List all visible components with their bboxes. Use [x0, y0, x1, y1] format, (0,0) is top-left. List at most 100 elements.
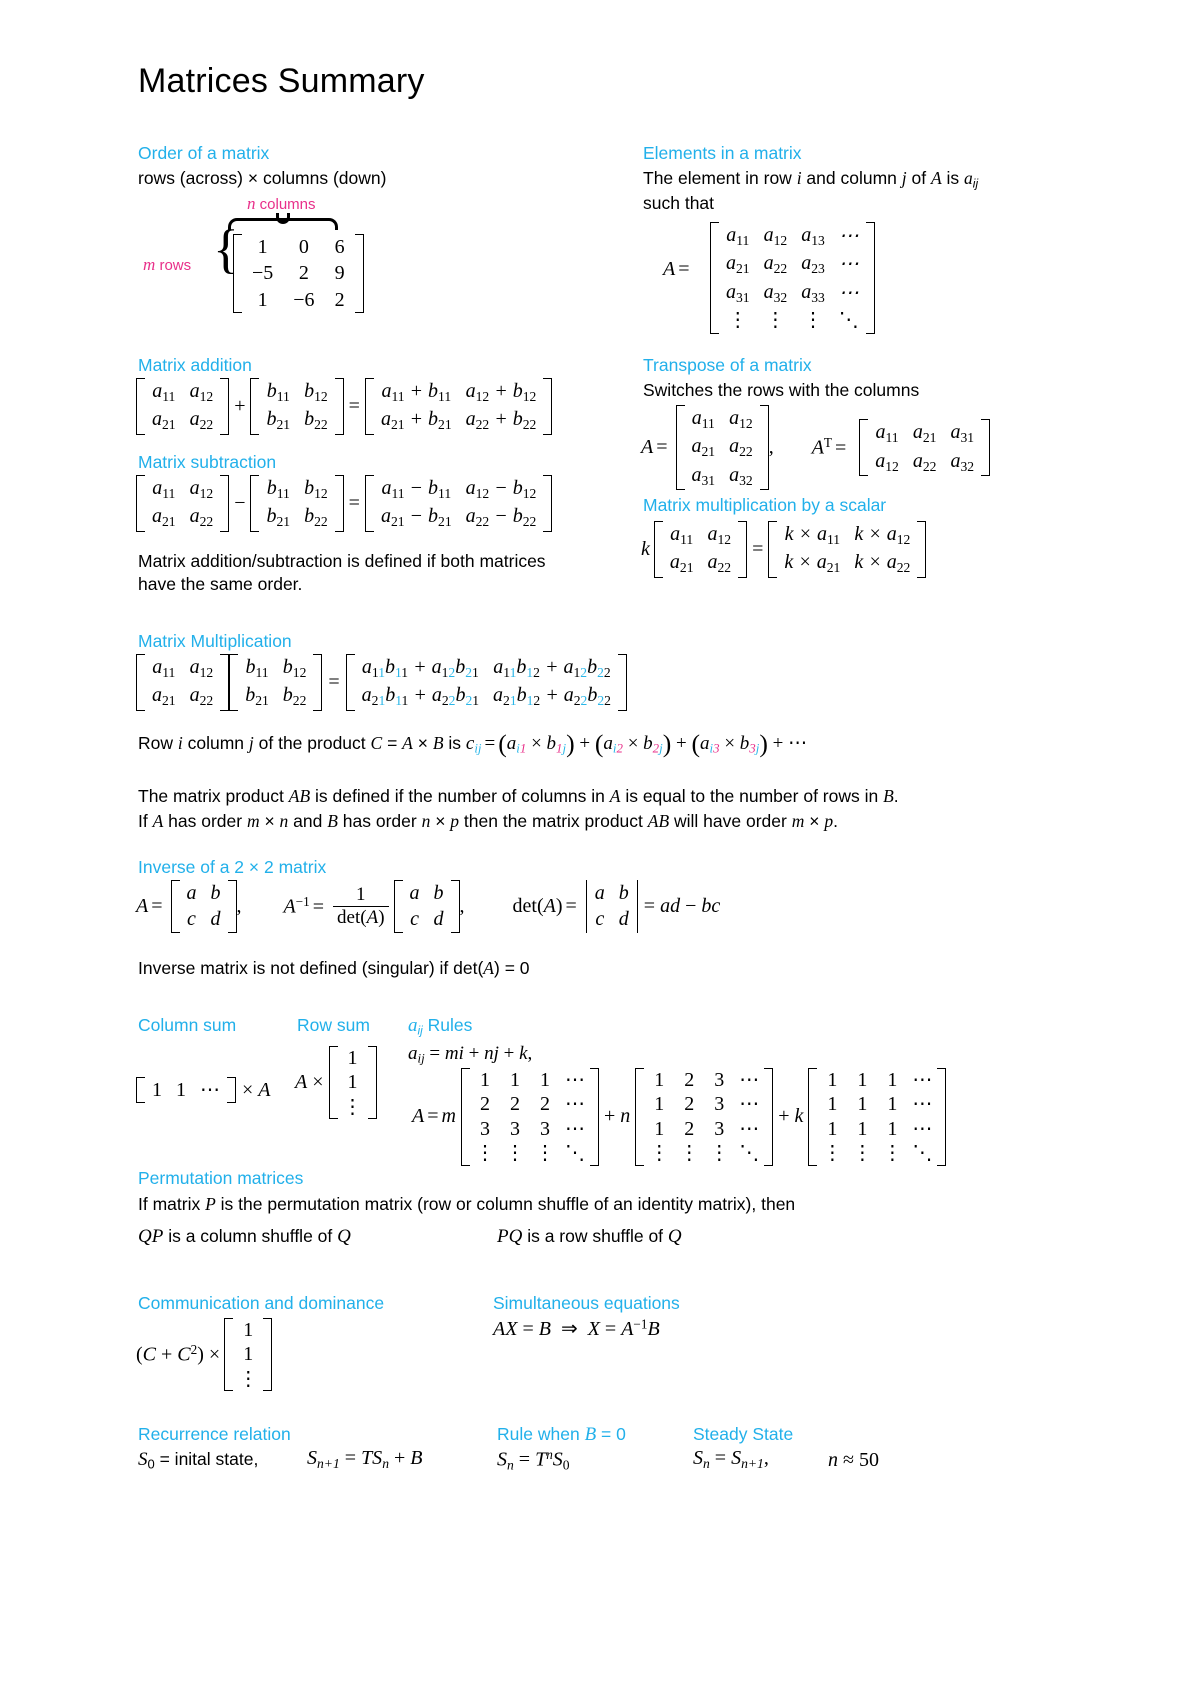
- section-row-sum: Row sum: [297, 1015, 370, 1035]
- section-matrix-multiplication: Matrix Multiplication: [138, 631, 292, 651]
- inverse-equation: A = ab cd , A−1 = 1 det(A) ab cd , det(A) =: [136, 880, 720, 933]
- table-row: a31 a32: [691, 463, 753, 488]
- row-sum-formula: A × 1 1 ⋮: [295, 1046, 377, 1120]
- page-title: Matrices Summary: [138, 62, 425, 100]
- table-row: cd: [410, 908, 444, 931]
- table-row: 3 3 3 ⋯: [479, 1117, 585, 1140]
- label-m-rows: m rows: [143, 255, 192, 274]
- rule-b-zero-formula: Sn = TnS0: [497, 1447, 570, 1473]
- table-row: b21 b22: [266, 505, 328, 530]
- steady-state-approx: n ≈ 50: [828, 1449, 879, 1471]
- table-row: a11 a12: [691, 407, 753, 431]
- heading-order-of-a-matrix: Order of a matrix: [138, 143, 270, 163]
- section-recurrence: Recurrence relation: [138, 1424, 291, 1444]
- order-body-text: rows (across) × columns (down): [138, 168, 387, 189]
- table-row: ab: [186, 882, 221, 904]
- table-row: 2 2 2 ⋯: [479, 1093, 585, 1116]
- table-row: 1: [243, 1343, 254, 1366]
- permutation-column-shuffle: QP is a column shuffle of Q: [138, 1226, 351, 1247]
- table-row: ⋮ ⋮ ⋮ ⋱: [727, 309, 859, 332]
- heading-matrix-subtraction: Matrix subtraction: [138, 452, 277, 472]
- section-inverse: Inverse of a 2 × 2 matrix: [138, 857, 326, 877]
- inverse-fraction: 1 det(A): [333, 884, 389, 929]
- table-row: a21 a22: [669, 551, 732, 576]
- heading-communication: Communication and dominance: [138, 1293, 385, 1313]
- heading-elements-in-a-matrix: Elements in a matrix: [643, 143, 802, 163]
- table-row: 1 2 3 ⋯: [654, 1117, 760, 1140]
- table-row: a31 a32 a33 ⋯: [726, 280, 859, 305]
- section-transpose: Transpose of a matrix Switches the rows …: [643, 355, 919, 402]
- table-row: a11b11 + a12b21 a11b12 + a12b22: [361, 656, 611, 680]
- aij-rule-formula: aij = mi + nj + k,: [408, 1043, 533, 1066]
- table-row: a11 a12: [152, 380, 214, 404]
- section-matrix-subtraction: Matrix subtraction: [138, 452, 276, 472]
- section-steady-state: Steady State: [693, 1424, 793, 1444]
- permutation-body: If matrix P is the permutation matrix (r…: [138, 1194, 796, 1214]
- table-row: 1 1 1 ⋯: [827, 1069, 933, 1091]
- table-row: k × a21 k × a22: [784, 551, 911, 576]
- table-row: ⋮: [342, 1095, 363, 1118]
- heading-simultaneous: Simultaneous equations: [493, 1293, 680, 1313]
- transpose-body-text: Switches the rows with the columns: [643, 380, 920, 401]
- table-row: a11 a21 a31: [875, 421, 975, 445]
- table-row: 1 1 1 ⋯: [479, 1069, 585, 1091]
- elements-general-matrix: a11 a12 a13 ⋯ a21 a22 a23 ⋯ a31 a32 a33 …: [710, 222, 875, 334]
- matrix-subtraction-equation: a11 a12 a21 a22 − b11 b12 b21 b22 = a11 − b1…: [136, 475, 553, 532]
- table-row: ab: [594, 882, 629, 904]
- table-row: a21 + b21 a22 + b22: [380, 408, 537, 433]
- heading-recurrence: Recurrence relation: [138, 1424, 291, 1444]
- table-row: 1: [347, 1071, 358, 1094]
- transpose-equation: A = a11 a12 a21 a22 a31 a32 , AT = a11 a21 a3…: [641, 405, 991, 491]
- recurrence-formula: Sn+1 = TSn + B: [307, 1447, 423, 1471]
- table-row: ⋮: [238, 1367, 259, 1390]
- heading-rule-b-zero: Rule when B = 0: [497, 1424, 626, 1445]
- heading-steady-state: Steady State: [693, 1424, 794, 1444]
- section-order-of-a-matrix: Order of a matrix rows (across) × column…: [138, 143, 386, 190]
- table-row: ab: [409, 882, 444, 904]
- scalar-multiplication-equation: k a11 a12 a21 a22 = k × a11 k × a12 k × a2…: [641, 521, 927, 578]
- table-row: ⋮ ⋮ ⋮ ⋱: [822, 1142, 933, 1165]
- section-simultaneous: Simultaneous equations: [493, 1293, 680, 1313]
- table-row: a11 a12: [152, 656, 214, 680]
- n-columns-overbrace-icon: [228, 213, 338, 230]
- multiplication-rule-line: Row i column j of the product C = A × B …: [138, 729, 808, 758]
- communication-formula: (C + C2) × 1 1 ⋮: [136, 1318, 273, 1392]
- table-row: a21 a22 a23 ⋯: [726, 252, 859, 277]
- heading-matrix-addition: Matrix addition: [138, 355, 252, 375]
- recurrence-initial-state: S0 = inital state,: [138, 1449, 259, 1472]
- inverse-singular-note: Inverse matrix is not defined (singular)…: [138, 958, 530, 978]
- table-row: 1 1 1 ⋯: [827, 1093, 933, 1116]
- table-row: a21 a22: [152, 684, 214, 709]
- table-row: a12 a22 a32: [875, 449, 975, 474]
- heading-inverse: Inverse of a 2 × 2 matrix: [138, 857, 327, 877]
- matrix-multiplication-equation: a11 a12 a21 a22 b11 b12 b21 b22 = a11b11 + a…: [136, 654, 627, 711]
- table-row: 1 1 ⋯: [152, 1079, 220, 1101]
- elements-body-line2: such that: [643, 192, 715, 213]
- table-row: b11 b12: [266, 380, 328, 404]
- heading-matrix-multiplication: Matrix Multiplication: [138, 631, 292, 651]
- order-example-matrix: 106 −5 2 9 1 −6 2: [233, 234, 364, 314]
- matrix-addition-equation: a11 a12 a21 a22 + b11 b12 b21 b22 = a11 + b1…: [136, 378, 553, 435]
- table-row: 1 1 1 ⋯: [827, 1117, 933, 1140]
- aij-rules-matrix-equation: A = m 1 1 1 ⋯ 2 2 2 ⋯ 3 3 3 ⋯ ⋮ ⋮ ⋮ ⋱ + n 1 2 3 ⋯ 1 2 3 ⋯ 12…: [412, 1068, 947, 1166]
- table-row: a21 a22: [152, 408, 214, 433]
- table-row: b21 b22: [245, 684, 307, 709]
- table-row: ⋮ ⋮ ⋮ ⋱: [649, 1142, 760, 1165]
- table-row: −5 2 9: [252, 262, 345, 285]
- table-row: 1: [347, 1047, 358, 1069]
- table-row: a21 a22: [152, 505, 214, 530]
- section-permutation: Permutation matrices: [138, 1168, 303, 1188]
- table-row: a11 − b11 a12 − b12: [381, 477, 537, 501]
- heading-permutation: Permutation matrices: [138, 1168, 304, 1188]
- table-row: b21 b22: [266, 408, 328, 433]
- table-row: 1 −6 2: [257, 288, 345, 311]
- addition-subtraction-note-line2: have the same order.: [138, 574, 303, 594]
- heading-row-sum: Row sum: [297, 1015, 370, 1035]
- section-scalar-multiplication: Matrix multiplication by a scalar: [643, 495, 886, 515]
- addition-subtraction-note-line1: Matrix addition/subtraction is defined i…: [138, 551, 546, 571]
- heading-transpose: Transpose of a matrix: [643, 355, 812, 375]
- multiplication-defined-line2: If A has order m × n and B has order n ×…: [138, 811, 838, 831]
- table-row: 1 2 3 ⋯: [654, 1069, 760, 1091]
- section-column-sum: Column sum: [138, 1015, 236, 1035]
- permutation-row-shuffle: PQ is a row shuffle of Q: [497, 1226, 682, 1247]
